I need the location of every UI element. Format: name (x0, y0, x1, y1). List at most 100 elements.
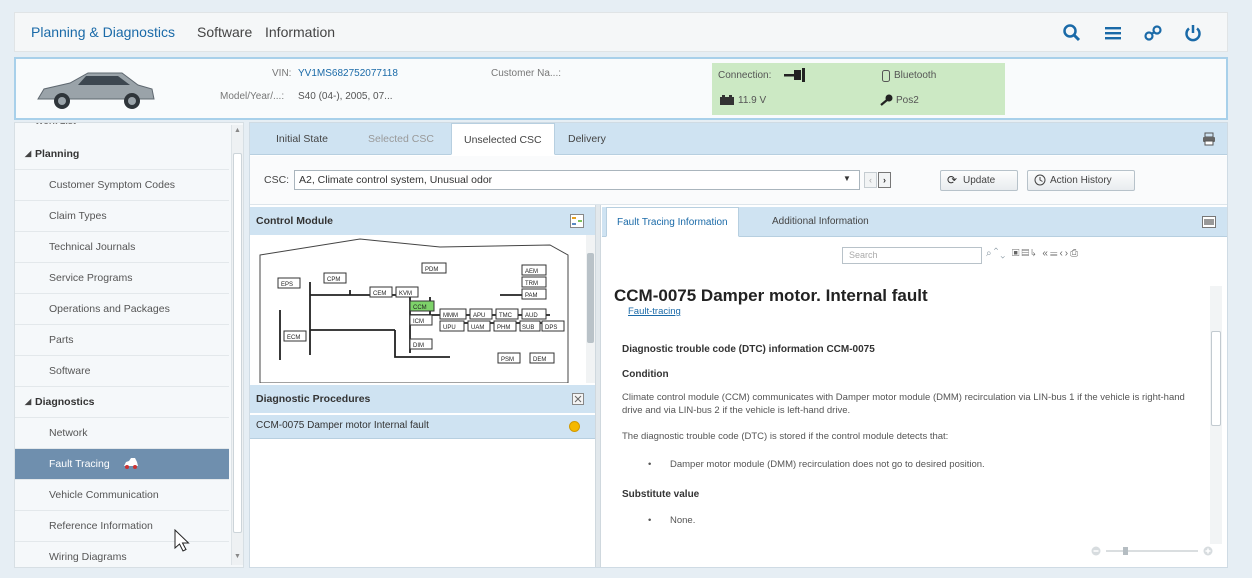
doc-print-icon[interactable]: ⎙ (1070, 248, 1080, 259)
power-icon[interactable] (1182, 22, 1204, 44)
csc-next-button[interactable]: › (878, 172, 891, 188)
plug-icon (784, 68, 808, 82)
svg-text:EPS: EPS (281, 282, 293, 288)
svg-text:ICM: ICM (413, 319, 424, 325)
sidebar-item-parts[interactable]: Parts (15, 325, 229, 356)
svg-text:ECM: ECM (287, 335, 300, 341)
svg-text:AUD: AUD (525, 313, 538, 319)
menu-planning-diagnostics[interactable]: Planning & Diagnostics (31, 24, 175, 40)
sidebar-item-vehicle-communication[interactable]: Vehicle Communication (15, 480, 229, 511)
tab-delivery[interactable]: Delivery (556, 123, 618, 155)
sidebar-fault-tracing-label: Fault Tracing (49, 458, 110, 470)
expand-icon[interactable] (1202, 216, 1216, 228)
update-button[interactable]: ⟳ Update (940, 170, 1018, 191)
condition-heading: Condition (622, 369, 669, 380)
tab-additional-information[interactable]: Additional Information (762, 207, 879, 237)
action-history-button[interactable]: Action History (1027, 170, 1135, 191)
zoom-slider[interactable] (1090, 544, 1215, 558)
link-icon[interactable] (1142, 22, 1164, 44)
sidebar-item-operations-packages[interactable]: Operations and Packages (15, 294, 229, 325)
fault-info-content: Search ⌕⌃⌄ ▣▤↳ «☰‹›⎙ CCM-0075 Damper mot… (602, 238, 1227, 567)
sidebar-item-customer-symptom-codes[interactable]: Customer Symptom Codes (15, 170, 229, 201)
document-icon[interactable]: ▤ (1021, 248, 1031, 259)
battery-icon (720, 95, 734, 105)
search-input[interactable]: Search (842, 247, 982, 264)
main-panel: Initial State Selected CSC Unselected CS… (249, 122, 1228, 568)
connection-panel: Connection: Bluetooth 11.9 V Pos2 (712, 63, 1005, 115)
model-value: S40 (04-), 2005, 07... (298, 91, 393, 102)
bullet-mark-2: • (648, 515, 652, 526)
fault-tracing-link[interactable]: Fault-tracing (628, 306, 681, 317)
doc-search-icon[interactable]: ⌕ (986, 248, 994, 259)
update-button-label: Update (963, 175, 996, 186)
csc-select[interactable]: A2, Climate control system, Unusual odor… (294, 170, 860, 190)
diagram-scrollbar[interactable] (586, 235, 595, 383)
pane-splitter[interactable] (595, 205, 601, 567)
sidebar-item-fault-tracing[interactable]: Fault Tracing (15, 449, 229, 480)
search-placeholder: Search (849, 250, 878, 260)
print-icon[interactable] (1202, 132, 1216, 146)
svg-text:KVM: KVM (399, 291, 412, 297)
customer-label: Customer Na...: (491, 68, 562, 79)
sidebar-section-diagnostics[interactable]: ◢ Diagnostics (15, 387, 229, 418)
sidebar-section-planning[interactable]: ◢ Planning (15, 139, 229, 170)
csc-select-value: A2, Climate control system, Unusual odor (299, 174, 493, 186)
svg-text:CCM: CCM (413, 305, 427, 311)
page-nav-icon[interactable]: ‹› (1059, 248, 1070, 259)
menu-software[interactable]: Software (197, 24, 252, 40)
svg-text:AEM: AEM (525, 269, 538, 275)
network-diagram[interactable]: EPS CPM CEM KVM PDM AEM TRM PAM CCM MMM … (250, 235, 586, 383)
svg-text:CPM: CPM (327, 277, 340, 283)
tab-initial-state[interactable]: Initial State (264, 123, 340, 155)
sidebar-item-network[interactable]: Network (15, 418, 229, 449)
car-image (30, 63, 160, 115)
back-icon[interactable]: « (1042, 248, 1050, 259)
sidebar-item-software[interactable]: Software (15, 356, 229, 387)
substitute-bullet: None. (670, 515, 696, 526)
top-menu-bar: Planning & Diagnostics Software Informat… (14, 12, 1228, 52)
sidebar-item-wiring-diagrams[interactable]: Wiring Diagrams (15, 542, 229, 567)
control-module-title: Control Module (256, 215, 333, 227)
procedure-row[interactable]: CCM-0075 Damper motor Internal fault (250, 415, 595, 439)
sidebar-scrollbar[interactable]: ▲ ▼ (231, 125, 243, 565)
diagnostic-procedures-header: Diagnostic Procedures (250, 385, 595, 413)
sidebar-item-reference-information[interactable]: Reference Information (15, 511, 229, 542)
menu-list-icon[interactable] (1102, 22, 1124, 44)
model-label: Model/Year/...: (220, 91, 285, 102)
clock-icon (1034, 174, 1046, 186)
svg-text:DPS: DPS (545, 325, 557, 331)
status-indicator (569, 421, 580, 432)
search-icon[interactable] (1061, 22, 1083, 44)
content-scrollbar[interactable] (1210, 286, 1222, 544)
doc-down-icon[interactable]: ⌄ (1000, 248, 1007, 259)
export-icon[interactable] (572, 393, 584, 405)
sidebar-item-work-list[interactable]: Work List (15, 123, 229, 131)
diagram-icon[interactable] (570, 214, 584, 228)
svg-text:PHM: PHM (497, 325, 510, 331)
svg-text:TMC: TMC (499, 313, 513, 319)
sidebar-item-claim-types[interactable]: Claim Types (15, 201, 229, 232)
bluetooth-icon (882, 70, 890, 82)
sidebar-item-technical-journals[interactable]: Technical Journals (15, 232, 229, 263)
diagnostic-procedures-title: Diagnostic Procedures (256, 393, 371, 405)
csc-prev-button[interactable]: ‹ (864, 172, 877, 188)
action-history-label: Action History (1050, 175, 1112, 186)
sidebar-item-service-programs[interactable]: Service Programs (15, 263, 229, 294)
jump-icon[interactable]: ↳ (1031, 248, 1038, 259)
sidebar: Work List ◢Planning Customer Symptom Cod… (14, 122, 244, 568)
vin-label: VIN: (272, 68, 292, 79)
tab-unselected-csc[interactable]: Unselected CSC (451, 123, 555, 155)
vin-value[interactable]: YV1MS682752077118 (298, 68, 398, 79)
sidebar-diagnostics-label: Diagnostics (35, 396, 95, 408)
svg-text:UAM: UAM (471, 325, 484, 331)
tab-selected-csc[interactable]: Selected CSC (356, 123, 446, 155)
menu-information[interactable]: Information (265, 24, 335, 40)
doc-toolbar[interactable]: ⌕⌃⌄ ▣▤↳ «☰‹›⎙ (986, 248, 1080, 259)
dtc-heading: Diagnostic trouble code (DTC) informatio… (622, 344, 875, 355)
svg-text:CEM: CEM (373, 291, 386, 297)
vehicle-info-bar: VIN: YV1MS682752077118 Model/Year/...: S… (14, 57, 1228, 120)
car-fault-icon (123, 457, 139, 469)
csc-label: CSC: (264, 174, 290, 186)
tab-fault-tracing-information[interactable]: Fault Tracing Information (606, 207, 739, 237)
connection-label: Connection: (718, 70, 772, 81)
